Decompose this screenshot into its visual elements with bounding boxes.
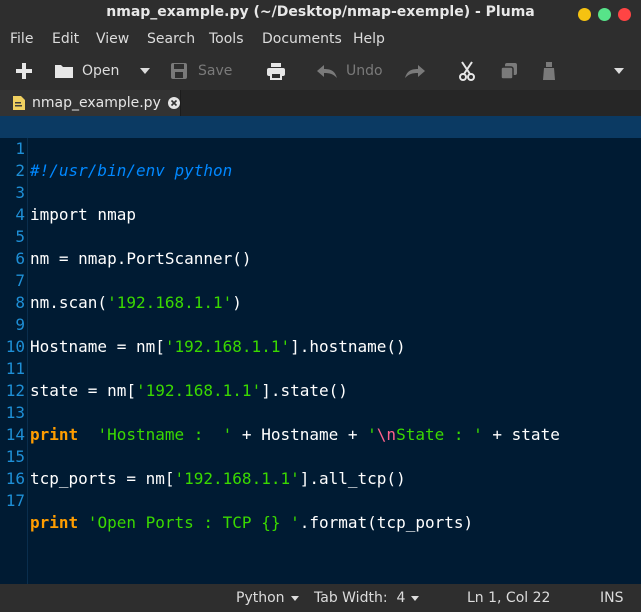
redo-icon	[405, 65, 425, 78]
menu-view[interactable]: View	[96, 31, 129, 47]
tab-nmap-example[interactable]: nmap_example.py	[0, 90, 181, 116]
code-line[interactable]: 12	[0, 358, 641, 400]
open-recent-dropdown[interactable]	[140, 52, 150, 90]
code-line[interactable]: 10	[0, 314, 641, 356]
save-button[interactable]: Save	[170, 52, 232, 90]
minimize-button[interactable]	[578, 8, 591, 21]
undo-icon	[317, 65, 337, 78]
code-line[interactable]: 3 import nmap	[0, 160, 641, 224]
menu-edit[interactable]: Edit	[52, 31, 79, 47]
tab-width-label: Tab Width: 4	[314, 590, 406, 606]
code-editor[interactable]: 1 #!/usr/bin/env python 2 3 import nmap …	[0, 116, 641, 584]
code-token: .format(tcp_ports)	[299, 513, 474, 532]
cursor-position: Ln 1, Col 22	[467, 590, 551, 606]
keyword: print	[30, 513, 79, 532]
copy-icon	[500, 63, 517, 80]
line-number: 17	[5, 491, 25, 510]
menu-bar: File Edit View Search Tools Documents He…	[0, 28, 641, 52]
chevron-down-icon	[614, 68, 624, 74]
code-line[interactable]: 1 #!/usr/bin/env python	[0, 116, 641, 180]
code-line[interactable]: 13 print 'Hostname : ' + Hostname + '\nS…	[0, 380, 641, 444]
menu-documents[interactable]: Documents	[262, 31, 342, 47]
python-file-icon	[13, 96, 25, 110]
toolbar: Open Save Undo	[0, 52, 641, 91]
chevron-down-icon	[290, 595, 299, 601]
code-line[interactable]: 7 nm.scan('192.168.1.1')	[0, 248, 641, 312]
code-line[interactable]: 5 nm = nmap.PortScanner()	[0, 204, 641, 268]
close-button[interactable]	[618, 8, 631, 21]
menu-help[interactable]: Help	[353, 31, 385, 47]
save-label: Save	[198, 63, 233, 79]
redo-button[interactable]	[404, 52, 426, 90]
code-line[interactable]: 16	[0, 446, 641, 488]
undo-button[interactable]: Undo	[316, 52, 383, 90]
code-line[interactable]: 9 Hostname = nm['192.168.1.1'].hostname(…	[0, 292, 641, 356]
insert-mode-indicator: INS	[600, 590, 624, 606]
code-line[interactable]: 17 print 'Open Ports : TCP {} '.format(t…	[0, 468, 641, 532]
scissors-icon	[459, 61, 475, 81]
print-button[interactable]	[266, 52, 286, 90]
close-icon[interactable]	[167, 97, 180, 109]
save-icon	[171, 63, 187, 79]
title-bar: nmap_example.py (~/Desktop/nmap-exemple)…	[0, 0, 641, 28]
copy-button[interactable]	[500, 52, 518, 90]
status-bar: Python Tab Width: 4 Ln 1, Col 22 INS	[0, 584, 641, 612]
open-label: Open	[82, 63, 120, 79]
string-literal: 'Open Ports : TCP {} '	[78, 513, 300, 532]
tab-label: nmap_example.py	[32, 95, 161, 111]
menu-search[interactable]: Search	[147, 31, 195, 47]
code-line[interactable]: 6	[0, 226, 641, 268]
cut-button[interactable]	[458, 52, 476, 90]
code-text: print 'Open Ports : TCP {} '.format(tcp_…	[30, 512, 473, 534]
code-line[interactable]: 11 state = nm['192.168.1.1'].state()	[0, 336, 641, 400]
language-selector[interactable]: Python	[236, 590, 299, 606]
open-button[interactable]: Open	[54, 52, 119, 90]
maximize-button[interactable]	[598, 8, 611, 21]
tab-bar: nmap_example.py	[0, 90, 641, 116]
chevron-down-icon	[411, 595, 420, 601]
code-line[interactable]: 2	[0, 138, 641, 180]
plus-icon	[16, 63, 32, 79]
language-label: Python	[236, 590, 285, 606]
paste-button[interactable]	[542, 52, 556, 90]
new-button[interactable]	[14, 52, 34, 90]
toolbar-overflow-dropdown[interactable]	[614, 52, 624, 90]
code-line[interactable]: 8	[0, 270, 641, 312]
folder-icon	[55, 65, 73, 78]
code-line[interactable]: 15 tcp_ports = nm['192.168.1.1'].all_tcp…	[0, 424, 641, 488]
paste-icon	[543, 62, 555, 80]
menu-tools[interactable]: Tools	[209, 31, 244, 47]
printer-icon	[267, 63, 285, 80]
code-line[interactable]: 4	[0, 182, 641, 224]
chevron-down-icon	[140, 68, 150, 74]
code-line[interactable]: 14	[0, 402, 641, 444]
undo-label: Undo	[346, 63, 383, 79]
menu-file[interactable]: File	[10, 31, 33, 47]
window-title: nmap_example.py (~/Desktop/nmap-exemple)…	[106, 4, 535, 20]
tab-width-selector[interactable]: Tab Width: 4	[314, 590, 420, 606]
